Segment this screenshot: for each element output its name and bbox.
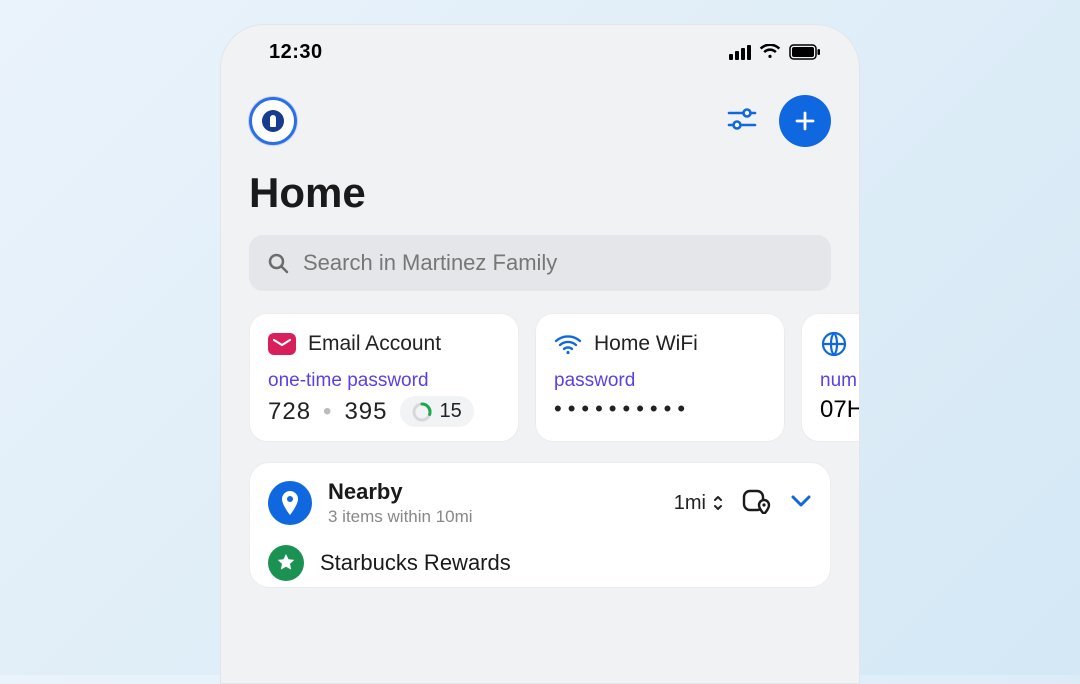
expand-button[interactable] xyxy=(790,494,812,513)
cellular-signal-icon xyxy=(729,45,751,60)
card-sub-label: password xyxy=(554,370,766,392)
search-icon xyxy=(267,252,289,274)
card-sub-label: num xyxy=(820,370,859,392)
list-item-title: Starbucks Rewards xyxy=(320,550,511,576)
masked-password: •••••••••• xyxy=(554,396,766,422)
nearby-subtitle: 3 items within 10mi xyxy=(328,507,473,527)
nearby-title: Nearby xyxy=(328,479,473,505)
header-actions xyxy=(727,95,831,147)
card-sub-label: one-time password xyxy=(268,370,500,392)
status-icons xyxy=(729,44,821,60)
mail-icon xyxy=(268,330,296,358)
map-button[interactable] xyxy=(742,488,772,519)
card-title: Home WiFi xyxy=(594,332,698,356)
header xyxy=(221,79,859,159)
card-partial[interactable]: num 07H xyxy=(801,313,859,442)
nearby-section: Nearby 3 items within 10mi 1mi xyxy=(249,462,831,588)
card-email-account[interactable]: Email Account one-time password 728•395 … xyxy=(249,313,519,442)
otp-countdown: 15 xyxy=(400,396,474,427)
pin-icon xyxy=(268,481,312,525)
page-title: Home xyxy=(221,159,859,235)
stepper-icon xyxy=(712,494,724,512)
range-picker[interactable]: 1mi xyxy=(674,492,724,515)
wifi-icon xyxy=(759,44,781,60)
countdown-ring-icon xyxy=(412,402,432,422)
card-value: 07H xyxy=(820,396,859,424)
card-title: Email Account xyxy=(308,332,441,356)
search-input[interactable]: Search in Martinez Family xyxy=(249,235,831,291)
pinned-cards[interactable]: Email Account one-time password 728•395 … xyxy=(221,313,859,462)
wifi-icon xyxy=(554,330,582,358)
search-placeholder: Search in Martinez Family xyxy=(303,250,557,276)
customize-button[interactable] xyxy=(727,105,757,138)
brand-icon xyxy=(268,545,304,581)
status-bar: 12:30 xyxy=(221,25,859,79)
phone-frame: 12:30 xyxy=(220,24,860,684)
globe-icon xyxy=(820,330,848,358)
add-button[interactable] xyxy=(779,95,831,147)
list-item[interactable]: Starbucks Rewards xyxy=(268,545,812,581)
otp-value: 728•395 15 xyxy=(268,396,500,427)
battery-icon xyxy=(789,44,821,60)
app-logo-icon[interactable] xyxy=(249,97,297,145)
status-time: 12:30 xyxy=(269,41,323,64)
card-home-wifi[interactable]: Home WiFi password •••••••••• xyxy=(535,313,785,442)
